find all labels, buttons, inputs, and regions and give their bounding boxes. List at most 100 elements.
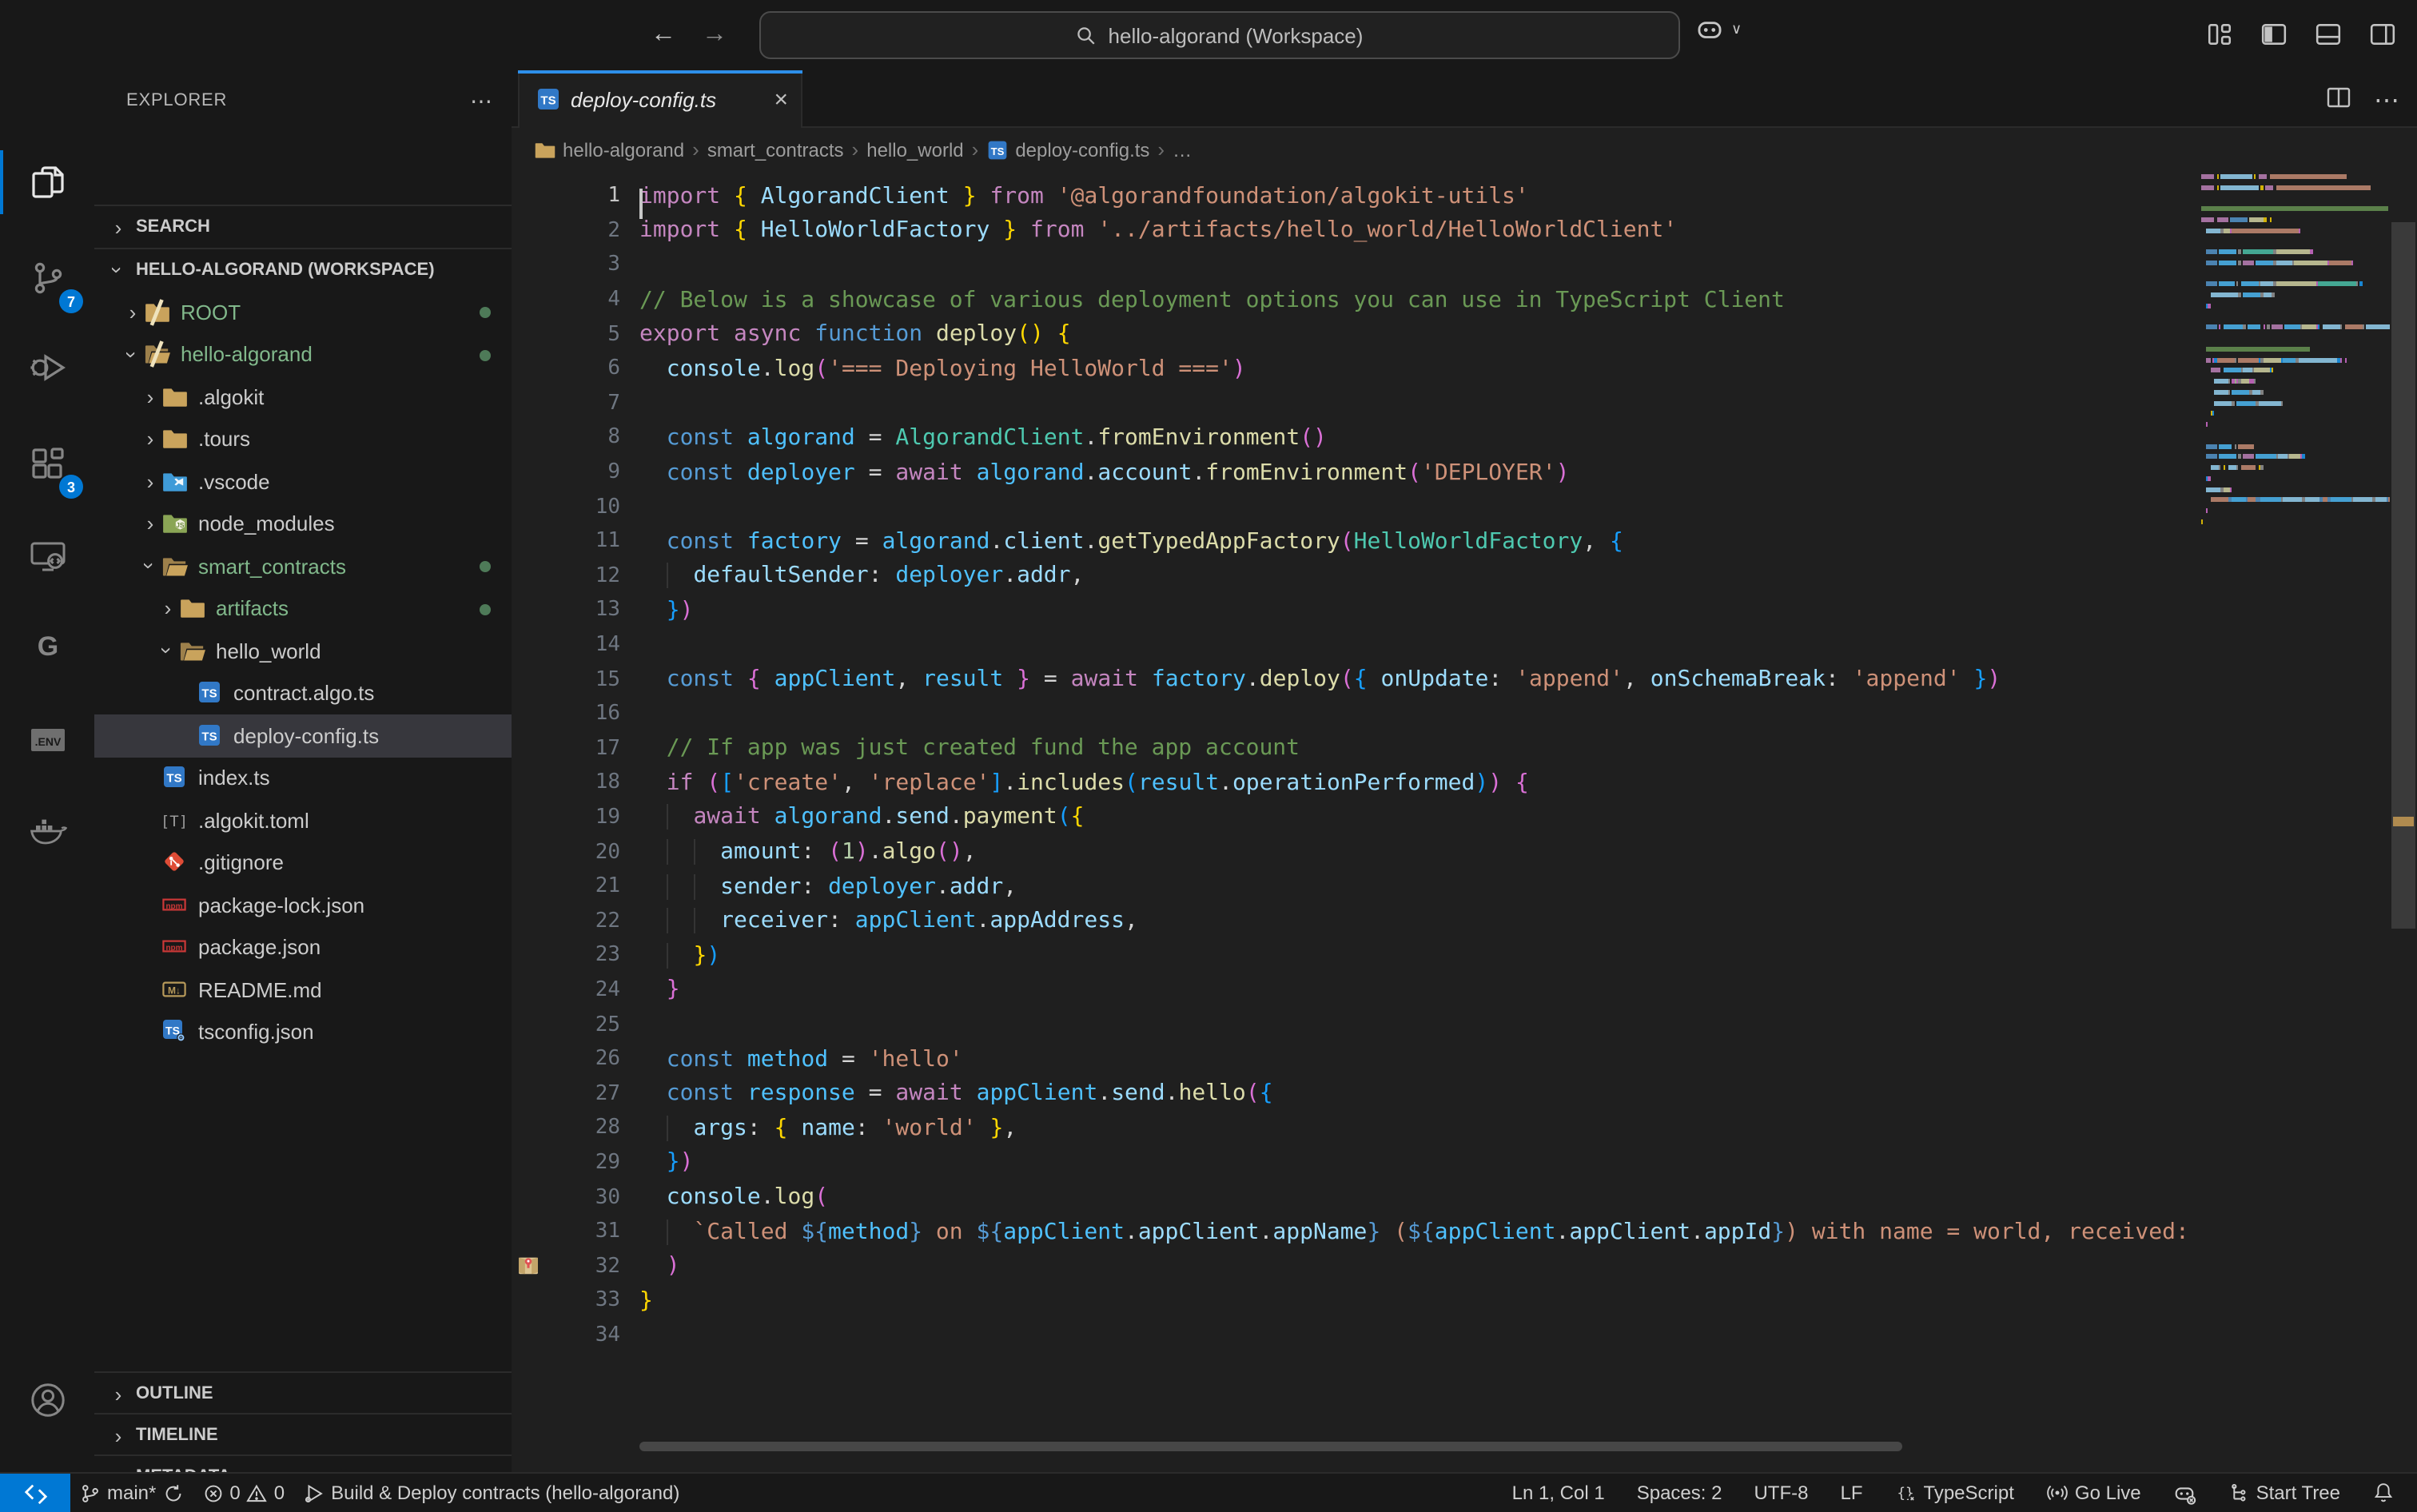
line-number[interactable]: 16 — [512, 702, 620, 726]
toggle-secondary-sidebar-icon[interactable] — [2369, 21, 2396, 48]
breadcrumb-hello-world[interactable]: hello_world — [866, 138, 963, 161]
status-language-mode[interactable]: {}TypeScript — [1892, 1474, 2017, 1512]
code-line-16[interactable]: 16 — [512, 697, 2201, 731]
section-outline[interactable]: ›OUTLINE — [94, 1371, 512, 1415]
line-number[interactable]: 25 — [512, 1013, 620, 1037]
tree-item-root[interactable]: ›ROOT — [94, 291, 512, 333]
line-number[interactable]: 14 — [512, 633, 620, 657]
chevron-down-icon[interactable]: › — [139, 555, 161, 578]
code-line-7[interactable]: 7 — [512, 386, 2201, 420]
code-editor[interactable]: 1import { AlgorandClient } from '@algora… — [512, 171, 2201, 1472]
tree-item-hello-world[interactable]: ›hello_world — [94, 630, 512, 672]
customize-layout-icon[interactable] — [2206, 21, 2233, 48]
code-line-23[interactable]: 23 }) — [512, 938, 2201, 973]
code-line-24[interactable]: 24 } — [512, 973, 2201, 1007]
status-remote-indicator[interactable] — [0, 1474, 70, 1512]
tree-item-contract.algo.ts[interactable]: TScontract.algo.ts — [94, 672, 512, 714]
code-line-20[interactable]: 20 amount: (1).algo(), — [512, 835, 2201, 869]
chevron-right-icon[interactable]: › — [139, 513, 161, 535]
section-metadata[interactable]: ›METADATA — [94, 1454, 512, 1472]
tree-item-.algokit[interactable]: ›.algokit — [94, 376, 512, 418]
tree-item-.gitignore[interactable]: .gitignore — [94, 842, 512, 884]
code-line-4[interactable]: 4// Below is a showcase of various deplo… — [512, 283, 2201, 317]
editor-more-actions-icon[interactable]: ⋯ — [2374, 85, 2401, 117]
tree-item-readme.md[interactable]: M↓README.md — [94, 969, 512, 1011]
chevron-right-icon[interactable]: › — [121, 301, 144, 324]
code-line-30[interactable]: 30 console.log( — [512, 1180, 2201, 1214]
code-line-9[interactable]: 9 const deployer = await algorand.accoun… — [512, 456, 2201, 490]
activity-gitlens[interactable]: G — [0, 604, 94, 687]
tree-item-smart-contracts[interactable]: ›smart_contracts — [94, 545, 512, 587]
line-number[interactable]: 13 — [512, 599, 620, 623]
codetour-marker-icon[interactable] — [516, 1253, 542, 1279]
breadcrumb--[interactable]: … — [1173, 138, 1192, 161]
status-encoding[interactable]: UTF-8 — [1750, 1474, 1811, 1512]
line-number[interactable]: 26 — [512, 1047, 620, 1071]
code-line-34[interactable]: 34 — [512, 1318, 2201, 1352]
activity-accounts[interactable] — [0, 1359, 94, 1442]
close-tab-icon[interactable]: × — [774, 87, 788, 111]
line-number[interactable]: 20 — [512, 840, 620, 864]
code-line-5[interactable]: 5export async function deploy() { — [512, 317, 2201, 352]
line-number[interactable]: 19 — [512, 806, 620, 830]
tree-item-.tours[interactable]: ›.tours — [94, 418, 512, 460]
line-number[interactable]: 6 — [512, 357, 620, 381]
code-line-11[interactable]: 11 const factory = algorand.client.getTy… — [512, 524, 2201, 559]
line-number[interactable]: 1 — [512, 185, 620, 209]
code-line-13[interactable]: 13 }) — [512, 593, 2201, 627]
code-line-15[interactable]: 15 const { appClient, result } = await f… — [512, 662, 2201, 697]
section-search[interactable]: › SEARCH — [94, 205, 512, 248]
line-number[interactable]: 21 — [512, 874, 620, 898]
tree-item-.vscode[interactable]: ›.vscode — [94, 460, 512, 503]
tree-item-tsconfig.json[interactable]: TStsconfig.json — [94, 1011, 512, 1053]
line-number[interactable]: 15 — [512, 667, 620, 691]
line-number[interactable]: 8 — [512, 426, 620, 450]
code-line-27[interactable]: 27 const response = await appClient.send… — [512, 1076, 2201, 1111]
section-timeline[interactable]: ›TIMELINE — [94, 1413, 512, 1456]
line-number[interactable]: 22 — [512, 909, 620, 933]
code-line-10[interactable]: 10 — [512, 490, 2201, 524]
code-line-2[interactable]: 2import { HelloWorldFactory } from '../a… — [512, 213, 2201, 248]
code-line-26[interactable]: 26 const method = 'hello' — [512, 1042, 2201, 1076]
code-line-28[interactable]: 28 args: { name: 'world' }, — [512, 1111, 2201, 1145]
line-number[interactable]: 5 — [512, 322, 620, 346]
line-number[interactable]: 27 — [512, 1081, 620, 1105]
chevron-right-icon[interactable]: › — [139, 386, 161, 408]
code-line-8[interactable]: 8 const algorand = AlgorandClient.fromEn… — [512, 420, 2201, 455]
activity-extensions[interactable]: 3 — [0, 422, 94, 505]
line-number[interactable]: 33 — [512, 1289, 620, 1313]
tree-item-.algokit.toml[interactable]: [T].algokit.toml — [94, 799, 512, 842]
minimap[interactable] — [2201, 171, 2390, 1472]
code-line-12[interactable]: 12 defaultSender: deployer.addr, — [512, 559, 2201, 593]
chevron-right-icon[interactable]: › — [139, 428, 161, 451]
code-line-32[interactable]: 32 ) — [512, 1249, 2201, 1283]
status-git-branch[interactable]: main* — [70, 1474, 193, 1512]
line-number[interactable]: 12 — [512, 564, 620, 588]
line-number[interactable]: 7 — [512, 392, 620, 416]
command-center-search[interactable]: hello-algorand (Workspace) — [759, 11, 1680, 59]
tab-deploy-config[interactable]: TS deploy-config.ts × — [518, 70, 802, 128]
line-number[interactable]: 34 — [512, 1323, 620, 1347]
code-line-33[interactable]: 33} — [512, 1283, 2201, 1318]
copilot-menu[interactable]: ∨ — [1694, 14, 1742, 45]
code-line-29[interactable]: 29 }) — [512, 1145, 2201, 1180]
status-start-tree[interactable]: Start Tree — [2226, 1474, 2343, 1512]
code-line-3[interactable]: 3 — [512, 248, 2201, 282]
code-line-22[interactable]: 22 receiver: appClient.appAddress, — [512, 904, 2201, 938]
code-line-19[interactable]: 19 await algorand.send.payment({ — [512, 800, 2201, 834]
section-workspace[interactable]: › HELLO-ALGORAND (WORKSPACE) — [94, 248, 512, 291]
activity-docker[interactable] — [0, 788, 94, 871]
line-number[interactable]: 28 — [512, 1116, 620, 1140]
vertical-scrollbar[interactable] — [2390, 171, 2417, 1472]
breadcrumb-hello-algorand[interactable]: hello-algorand — [534, 138, 684, 161]
code-line-6[interactable]: 6 console.log('=== Deploying HelloWorld … — [512, 352, 2201, 386]
tree-item-package.json[interactable]: npmpackage.json — [94, 926, 512, 969]
explorer-more-actions-icon[interactable]: ⋯ — [470, 87, 492, 114]
code-line-18[interactable]: 18 if (['create', 'replace'].includes(re… — [512, 766, 2201, 800]
activity-remote-explorer[interactable] — [0, 515, 94, 598]
horizontal-scrollbar[interactable] — [639, 1442, 1902, 1451]
tree-item-package-lock.json[interactable]: npmpackage-lock.json — [94, 884, 512, 926]
line-number[interactable]: 30 — [512, 1185, 620, 1209]
code-line-31[interactable]: 31 `Called ${method} on ${appClient.appC… — [512, 1215, 2201, 1249]
chevron-right-icon[interactable]: › — [139, 471, 161, 493]
